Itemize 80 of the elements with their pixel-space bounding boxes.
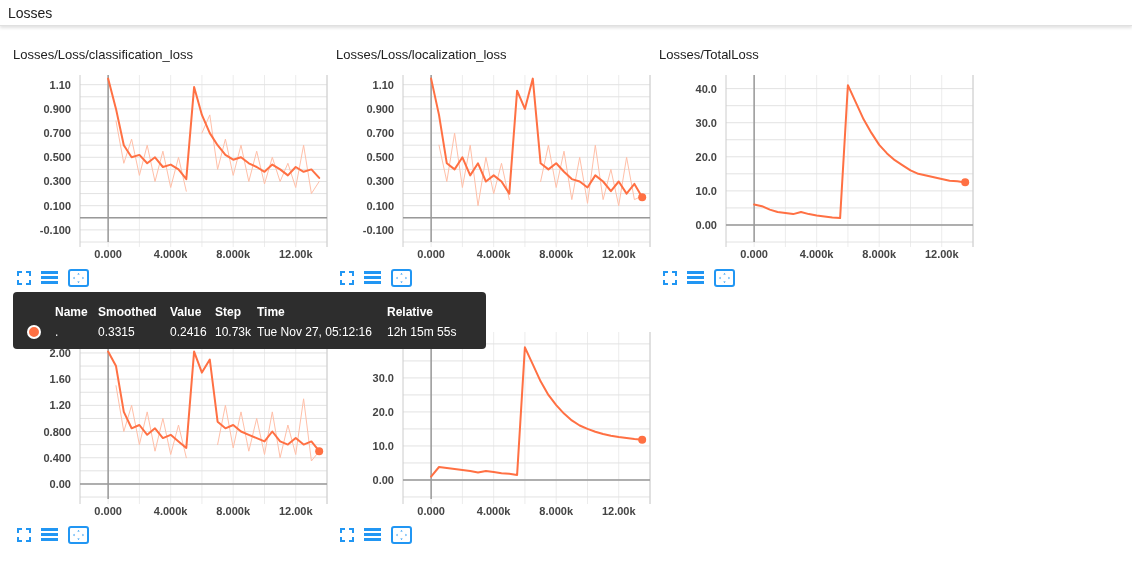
fit-to-data-icon[interactable] [714, 269, 735, 287]
y-tick-label: 0.300 [366, 175, 394, 188]
menu-icon[interactable] [41, 271, 58, 285]
x-tick-label: 4.000k [476, 505, 511, 517]
y-tick-label: 1.60 [49, 373, 71, 386]
menu-icon[interactable] [364, 271, 381, 285]
fullscreen-icon[interactable] [340, 528, 354, 542]
y-tick-label: -0.100 [362, 223, 394, 236]
tooltip-column-header: Time [257, 305, 286, 319]
fit-to-data-icon[interactable] [68, 269, 89, 287]
fit-to-data-icon[interactable] [391, 269, 412, 287]
x-tick-label: 8.000k [539, 248, 574, 260]
chart-title: Losses/TotalLoss [659, 47, 759, 62]
x-tick-label: 8.000k [216, 248, 251, 260]
menu-icon[interactable] [687, 271, 704, 285]
y-tick-label: 0.800 [43, 425, 71, 438]
section-title: Losses [8, 4, 53, 21]
x-tick-label: 12.00k [601, 505, 636, 517]
x-tick-label: 0.000 [740, 248, 768, 260]
x-tick-label: 4.000k [799, 248, 834, 260]
y-tick-label: 0.300 [43, 175, 71, 188]
y-tick-label: 0.700 [43, 127, 71, 140]
y-tick-label: 40.0 [695, 82, 717, 95]
tooltip-column-header: Value [170, 305, 203, 319]
y-tick-label: 0.00 [695, 218, 717, 231]
tooltip-column-header: Step [215, 305, 242, 319]
menu-icon[interactable] [364, 528, 381, 542]
y-tick-label: 30.0 [695, 116, 717, 129]
tooltip-value: 12h 15m 55s [387, 325, 458, 339]
x-tick-label: 0.000 [417, 505, 445, 517]
y-tick-label: 20.0 [695, 150, 717, 163]
y-tick-label: 0.500 [43, 151, 71, 164]
y-tick-label: 2.00 [49, 346, 71, 359]
tooltip-value: Tue Nov 27, 05:12:16 [257, 325, 373, 339]
y-tick-label: 1.20 [49, 399, 71, 412]
tooltip-value: 10.73k [215, 325, 253, 339]
x-tick-label: 0.000 [94, 248, 122, 260]
x-tick-label: 12.00k [278, 248, 313, 260]
y-tick-label: 0.400 [43, 451, 71, 464]
x-tick-label: 4.000k [476, 248, 511, 260]
tooltip-value: 0.2416 [170, 325, 208, 339]
tooltip-value: . [55, 325, 60, 339]
tooltip-value: 0.3315 [98, 325, 136, 339]
y-tick-label: 0.500 [366, 151, 394, 164]
fullscreen-icon[interactable] [17, 271, 31, 285]
fit-to-data-icon[interactable] [68, 526, 89, 544]
tooltip-column-header: Smoothed [98, 305, 158, 319]
y-tick-label: 0.00 [372, 473, 394, 486]
y-tick-label: 1.10 [49, 78, 71, 91]
y-tick-label: 10.0 [695, 184, 717, 197]
y-tick-label: 10.0 [372, 439, 394, 452]
x-tick-label: 12.00k [601, 248, 636, 260]
y-tick-label: 0.700 [366, 127, 394, 140]
fullscreen-icon[interactable] [663, 271, 677, 285]
menu-icon[interactable] [41, 528, 58, 542]
fit-to-data-icon[interactable] [391, 526, 412, 544]
x-tick-label: 8.000k [862, 248, 897, 260]
y-tick-label: 0.900 [43, 102, 71, 115]
y-tick-label: 20.0 [372, 405, 394, 418]
y-tick-label: 0.900 [366, 102, 394, 115]
x-tick-label: 8.000k [539, 505, 574, 517]
y-tick-label: 0.100 [366, 199, 394, 212]
x-tick-label: 0.000 [94, 505, 122, 517]
y-tick-label: 0.00 [49, 477, 71, 490]
fullscreen-icon[interactable] [17, 528, 31, 542]
y-tick-label: 1.10 [372, 78, 394, 91]
x-tick-label: 8.000k [216, 505, 251, 517]
tooltip-column-header: Relative [387, 305, 435, 319]
x-tick-label: 0.000 [417, 248, 445, 260]
y-tick-label: 0.100 [43, 199, 71, 212]
chart-title: Losses/Loss/classification_loss [13, 47, 193, 62]
x-tick-label: 4.000k [153, 248, 188, 260]
x-tick-label: 12.00k [924, 248, 959, 260]
chart-title: Losses/Loss/localization_loss [336, 47, 507, 62]
fullscreen-icon[interactable] [340, 271, 354, 285]
y-tick-label: 30.0 [372, 371, 394, 384]
y-tick-label: -0.100 [39, 223, 71, 236]
tooltip-column-header: Name [55, 305, 89, 319]
x-tick-label: 12.00k [278, 505, 313, 517]
x-tick-label: 4.000k [153, 505, 188, 517]
